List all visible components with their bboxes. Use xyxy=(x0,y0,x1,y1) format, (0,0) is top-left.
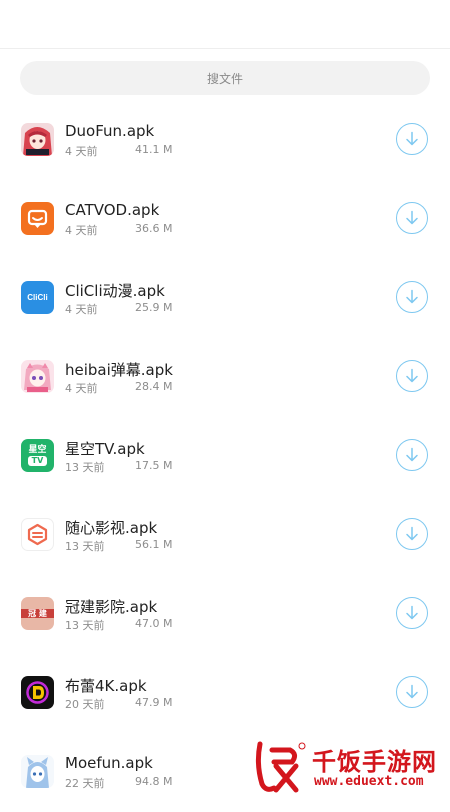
watermark-logo-icon xyxy=(252,740,306,794)
file-size: 47.0 M xyxy=(135,617,173,630)
download-arrow-icon xyxy=(406,210,418,225)
download-arrow-icon xyxy=(406,526,418,541)
file-name: DuoFun.apk xyxy=(65,122,155,140)
download-button[interactable] xyxy=(396,439,428,471)
download-arrow-icon xyxy=(406,447,418,462)
download-button[interactable] xyxy=(396,360,428,392)
top-bar xyxy=(0,0,450,49)
guanjian-icon: 冠 建 xyxy=(21,597,54,630)
download-button[interactable] xyxy=(396,597,428,629)
file-time: 13 天前 xyxy=(65,540,105,553)
file-list: DuoFun.apk 4 天前 41.1 M CATVOD.apk 4 天前 3… xyxy=(0,101,450,812)
catvod-icon xyxy=(21,202,54,235)
anime-girl-icon xyxy=(21,123,54,156)
file-size: 36.6 M xyxy=(135,222,173,235)
download-button[interactable] xyxy=(396,281,428,313)
file-time: 13 天前 xyxy=(65,461,105,474)
clicli-logo-text: CliCli xyxy=(27,293,48,302)
file-name: 冠建影院.apk xyxy=(65,598,158,616)
list-item[interactable]: 星空 TV 星空TV.apk 13 天前 17.5 M xyxy=(0,417,450,496)
download-arrow-icon xyxy=(406,605,418,620)
xingkong-tv-icon: 星空 TV xyxy=(21,439,54,472)
xingkong-logo-text: 星空 xyxy=(28,445,47,455)
watermark-url: www.eduext.com xyxy=(314,774,424,789)
moefun-icon xyxy=(21,755,54,788)
search-placeholder: 搜文件 xyxy=(206,71,243,86)
file-size: 41.1 M xyxy=(135,143,173,156)
download-arrow-icon xyxy=(406,131,418,146)
file-size: 17.5 M xyxy=(135,459,173,472)
file-time: 4 天前 xyxy=(65,303,98,316)
file-size: 25.9 M xyxy=(135,301,173,314)
download-button[interactable] xyxy=(396,518,428,550)
file-time: 13 天前 xyxy=(65,619,105,632)
file-time: 4 天前 xyxy=(65,382,98,395)
clicli-icon: CliCli xyxy=(21,281,54,314)
watermark: 千饭手游网 www.eduext.com xyxy=(250,738,450,800)
suixin-icon xyxy=(21,518,54,551)
file-time: 4 天前 xyxy=(65,224,98,237)
download-button[interactable] xyxy=(396,676,428,708)
file-name: Moefun.apk xyxy=(65,754,153,772)
list-item[interactable]: heibai弹幕.apk 4 天前 28.4 M xyxy=(0,338,450,417)
file-time: 22 天前 xyxy=(65,777,105,790)
guanjian-logo-text: 冠 建 xyxy=(28,609,47,618)
file-size: 56.1 M xyxy=(135,538,173,551)
list-item[interactable]: CliCli CliCli动漫.apk 4 天前 25.9 M xyxy=(0,259,450,338)
file-time: 20 天前 xyxy=(65,698,105,711)
download-button[interactable] xyxy=(396,202,428,234)
list-item[interactable]: 布蕾4K.apk 20 天前 47.9 M xyxy=(0,654,450,733)
download-arrow-icon xyxy=(406,289,418,304)
list-item[interactable]: DuoFun.apk 4 天前 41.1 M xyxy=(0,101,450,180)
file-name: 星空TV.apk xyxy=(65,440,145,458)
download-arrow-icon xyxy=(406,368,418,383)
file-name: 随心影视.apk xyxy=(65,519,158,537)
file-size: 94.8 M xyxy=(135,775,173,788)
search-input[interactable]: 搜文件 xyxy=(20,61,430,95)
file-name: CATVOD.apk xyxy=(65,201,160,219)
heibai-icon xyxy=(21,360,54,393)
bulei-4k-icon xyxy=(21,676,54,709)
list-item[interactable]: 冠 建 冠建影院.apk 13 天前 47.0 M xyxy=(0,575,450,654)
file-time: 4 天前 xyxy=(65,145,98,158)
file-name: CliCli动漫.apk xyxy=(65,282,165,300)
tv-logo-text: TV xyxy=(27,456,48,466)
file-size: 28.4 M xyxy=(135,380,173,393)
file-name: heibai弹幕.apk xyxy=(65,361,173,379)
watermark-text: 千饭手游网 xyxy=(312,748,437,776)
download-button[interactable] xyxy=(396,123,428,155)
list-item[interactable]: 随心影视.apk 13 天前 56.1 M xyxy=(0,496,450,575)
file-name: 布蕾4K.apk xyxy=(65,677,147,695)
list-item[interactable]: CATVOD.apk 4 天前 36.6 M xyxy=(0,180,450,259)
download-arrow-icon xyxy=(406,684,418,699)
file-size: 47.9 M xyxy=(135,696,173,709)
